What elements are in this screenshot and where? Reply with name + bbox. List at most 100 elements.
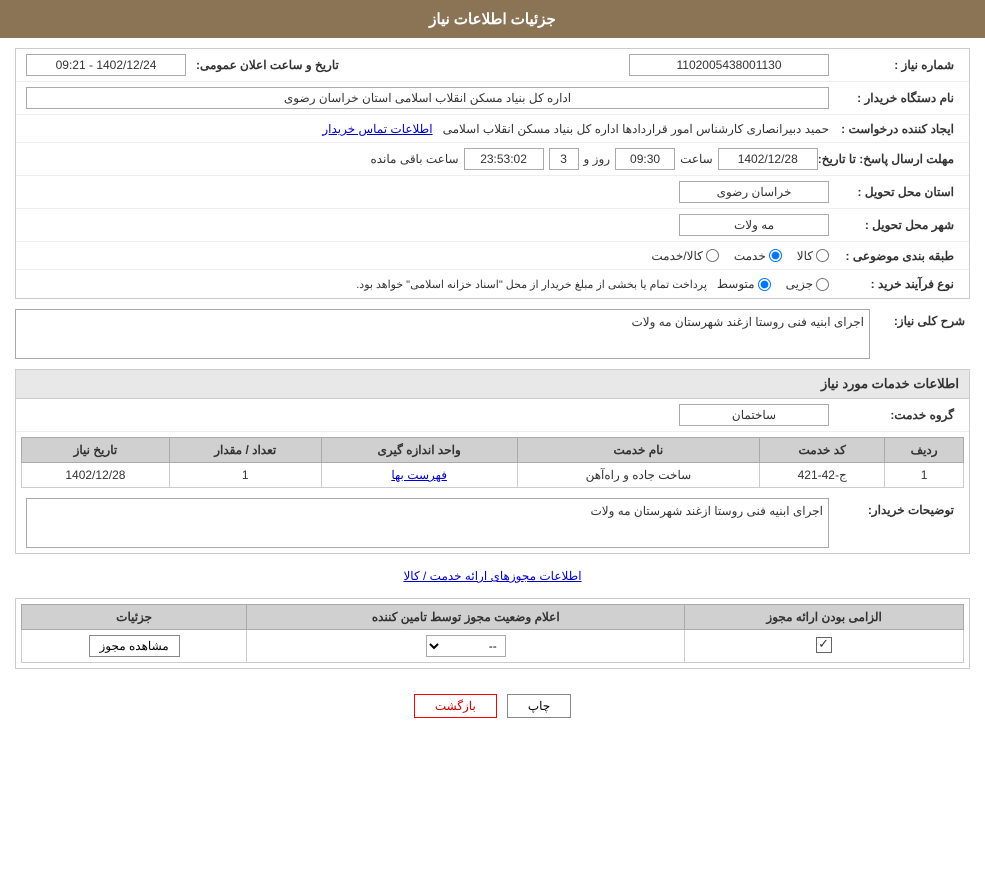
province-row: استان محل تحویل : خراسان رضوی — [16, 176, 969, 209]
creator-label: ایجاد کننده درخواست : — [829, 122, 959, 136]
buyer-notes-block: توضیحات خریدار: اجرای ابنیه فنی روستا از… — [16, 493, 969, 553]
response-remaining: 23:53:02 — [464, 148, 544, 170]
services-table-body: 1 ج-42-421 ساخت جاده و راه‌آهن فهرست بها… — [22, 463, 964, 488]
page-header: جزئیات اطلاعات نیاز — [0, 0, 985, 38]
buyer-notes-label: توضیحات خریدار: — [829, 498, 959, 517]
services-table-header: ردیف کد خدمت نام خدمت واحد اندازه گیری ت… — [22, 438, 964, 463]
radio-motavasset-label: متوسط — [717, 277, 755, 291]
col-service-name: نام خدمت — [517, 438, 760, 463]
need-description-label: شرح کلی نیاز: — [870, 309, 970, 328]
radio-khedmat-label: خدمت — [734, 249, 766, 263]
col-quantity: تعداد / مقدار — [169, 438, 321, 463]
category-label: طبقه بندی موضوعی : — [829, 249, 959, 263]
buyer-notes-value: اجرای ابنیه فنی روستا ازغند شهرستان مه و… — [26, 498, 829, 548]
cell-service-code: ج-42-421 — [760, 463, 885, 488]
creator-row: ایجاد کننده درخواست : حمید دبیرانصاری کا… — [16, 115, 969, 143]
col-unit: واحد اندازه گیری — [321, 438, 517, 463]
back-button[interactable]: بازگشت — [414, 694, 497, 718]
status-select[interactable]: -- — [426, 635, 506, 657]
col-details: جزئیات — [22, 605, 247, 630]
province-value: خراسان رضوی — [679, 181, 829, 203]
radio-jozee-label: جزیی — [786, 277, 813, 291]
purchase-type-note: پرداخت تمام یا بخشی از مبلغ خریدار از مح… — [356, 278, 717, 291]
buyer-name-value: اداره کل بنیاد مسکن انقلاب اسلامی استان … — [26, 87, 829, 109]
licenses-table-body: ✓ -- مشاهده مجوز — [22, 630, 964, 663]
category-row: طبقه بندی موضوعی : کالا خدمت کالا/خدمت — [16, 242, 969, 270]
contact-info-link[interactable]: اطلاعات تماس خریدار — [322, 122, 432, 136]
need-number-value: 1102005438001130 — [629, 54, 829, 76]
creator-value: حمید دبیرانصاری کارشناس امور قراردادها ا… — [26, 122, 829, 136]
radio-kala[interactable] — [816, 249, 829, 262]
mandatory-checkbox: ✓ — [816, 637, 832, 653]
purchase-type-jozee: جزیی — [786, 277, 829, 291]
cell-service-name: ساخت جاده و راه‌آهن — [517, 463, 760, 488]
category-options: کالا خدمت کالا/خدمت — [651, 249, 829, 263]
buyer-name-label: نام دستگاه خریدار : — [829, 91, 959, 105]
cell-row-num: 1 — [885, 463, 964, 488]
response-deadline-label: مهلت ارسال پاسخ: تا تاریخ: — [818, 152, 959, 166]
radio-kala-label: کالا — [797, 249, 813, 263]
button-row: چاپ بازگشت — [15, 679, 970, 733]
list-item: ✓ -- مشاهده مجوز — [22, 630, 964, 663]
purchase-type-label: نوع فرآیند خرید : — [829, 277, 959, 291]
category-kala: کالا — [797, 249, 829, 263]
response-time: 09:30 — [615, 148, 675, 170]
radio-motavasset[interactable] — [758, 278, 771, 291]
response-days: 3 — [549, 148, 579, 170]
cell-unit[interactable]: فهرست بها — [321, 463, 517, 488]
response-deadline-group: 1402/12/28 ساعت 09:30 روز و 3 23:53:02 س… — [26, 148, 818, 170]
city-row: شهر محل تحویل : مه ولات — [16, 209, 969, 242]
col-service-code: کد خدمت — [760, 438, 885, 463]
purchase-type-options: جزیی متوسط — [717, 277, 829, 291]
response-remaining-label: ساعت باقی مانده — [370, 152, 458, 166]
print-button[interactable]: چاپ — [507, 694, 571, 718]
cell-quantity: 1 — [169, 463, 321, 488]
col-need-date: تاریخ نیاز — [22, 438, 170, 463]
service-group-value: ساختمان — [679, 404, 829, 426]
page-title: جزئیات اطلاعات نیاز — [429, 11, 556, 28]
licenses-table: الزامی بودن ارائه مجوز اعلام وضعیت مجوز … — [21, 604, 964, 663]
need-number-row: شماره نیاز : 1102005438001130 تاریخ و سا… — [16, 49, 969, 82]
announce-datetime-value: 1402/12/24 - 09:21 — [26, 54, 186, 76]
province-label: استان محل تحویل : — [829, 185, 959, 199]
cell-details: مشاهده مجوز — [22, 630, 247, 663]
need-number-label: شماره نیاز : — [829, 58, 959, 72]
category-kala-khedmat: کالا/خدمت — [651, 249, 718, 263]
radio-khedmat[interactable] — [769, 249, 782, 262]
radio-kala-khedmat[interactable] — [706, 249, 719, 262]
cell-mandatory: ✓ — [685, 630, 964, 663]
cell-need-date: 1402/12/28 — [22, 463, 170, 488]
services-table-container: ردیف کد خدمت نام خدمت واحد اندازه گیری ت… — [16, 432, 969, 493]
services-title: اطلاعات خدمات مورد نیاز — [16, 370, 969, 399]
licenses-section: الزامی بودن ارائه مجوز اعلام وضعیت مجوز … — [15, 598, 970, 669]
main-info-section: شماره نیاز : 1102005438001130 تاریخ و سا… — [15, 48, 970, 299]
city-value: مه ولات — [679, 214, 829, 236]
licenses-table-container: الزامی بودن ارائه مجوز اعلام وضعیت مجوز … — [16, 599, 969, 668]
purchase-type-motavasset: متوسط — [717, 277, 771, 291]
service-group-label: گروه خدمت: — [829, 408, 959, 422]
need-description-block: شرح کلی نیاز: اجرای ابنیه فنی روستا ازغن… — [15, 309, 970, 359]
view-license-button[interactable]: مشاهده مجوز — [89, 635, 180, 657]
col-mandatory: الزامی بودن ارائه مجوز — [685, 605, 964, 630]
licenses-link[interactable]: اطلاعات مجوزهای ارائه خدمت / کالا — [15, 564, 970, 588]
response-time-label: ساعت — [680, 152, 713, 166]
need-description-value: اجرای ابنیه فنی روستا ازغند شهرستان مه و… — [15, 309, 870, 359]
col-status: اعلام وضعیت مجوز توسط تامین کننده — [247, 605, 685, 630]
purchase-type-row: نوع فرآیند خرید : جزیی متوسط پرداخت تمام… — [16, 270, 969, 298]
table-row: 1 ج-42-421 ساخت جاده و راه‌آهن فهرست بها… — [22, 463, 964, 488]
licenses-table-header: الزامی بودن ارائه مجوز اعلام وضعیت مجوز … — [22, 605, 964, 630]
cell-status: -- — [247, 630, 685, 663]
announce-datetime-label: تاریخ و ساعت اعلان عمومی: — [186, 58, 344, 72]
col-row-num: ردیف — [885, 438, 964, 463]
services-section: اطلاعات خدمات مورد نیاز گروه خدمت: ساختم… — [15, 369, 970, 554]
radio-jozee[interactable] — [816, 278, 829, 291]
city-label: شهر محل تحویل : — [829, 218, 959, 232]
services-table: ردیف کد خدمت نام خدمت واحد اندازه گیری ت… — [21, 437, 964, 488]
category-khedmat: خدمت — [734, 249, 782, 263]
response-day-label: روز و — [584, 152, 611, 166]
radio-kala-khedmat-label: کالا/خدمت — [651, 249, 702, 263]
buyer-name-row: نام دستگاه خریدار : اداره کل بنیاد مسکن … — [16, 82, 969, 115]
licenses-link-container: اطلاعات مجوزهای ارائه خدمت / کالا — [15, 564, 970, 588]
response-deadline-row: مهلت ارسال پاسخ: تا تاریخ: 1402/12/28 سا… — [16, 143, 969, 176]
response-date: 1402/12/28 — [718, 148, 818, 170]
